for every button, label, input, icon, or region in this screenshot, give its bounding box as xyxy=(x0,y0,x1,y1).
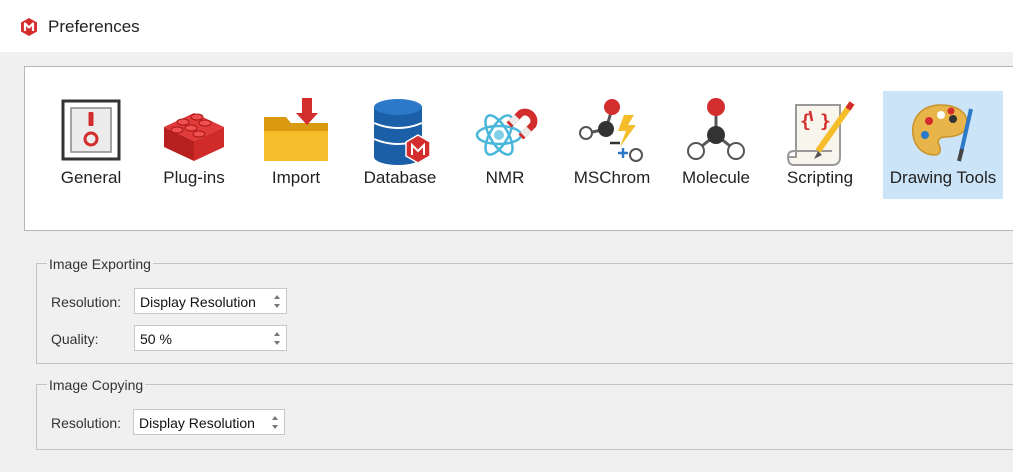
switch-icon xyxy=(61,99,121,161)
molecule-icon xyxy=(687,98,745,160)
toolbar-item-general[interactable]: General xyxy=(49,91,133,199)
toolbar-item-molecule[interactable]: Molecule xyxy=(673,91,759,199)
copy-resolution-label: Resolution: xyxy=(51,415,122,431)
export-resolution-spinbox[interactable]: Display Resolution xyxy=(134,288,287,314)
svg-text:}: } xyxy=(820,111,831,132)
spin-up-icon[interactable] xyxy=(274,295,280,299)
copy-resolution-value: Display Resolution xyxy=(139,415,255,431)
spin-down-icon[interactable] xyxy=(274,341,280,345)
toolbar-item-drawing-tools[interactable]: Drawing Tools xyxy=(883,91,1003,199)
database-icon xyxy=(373,99,431,165)
toolbar-item-import[interactable]: Import xyxy=(255,91,337,199)
export-resolution-value: Display Resolution xyxy=(140,294,256,310)
atom-magnet-icon xyxy=(475,108,538,156)
toolbar-item-label: MSChrom xyxy=(573,168,651,187)
app-logo-icon xyxy=(21,18,37,36)
script-scroll-icon: { } xyxy=(786,101,855,166)
spin-arrows-icon[interactable] xyxy=(270,412,281,432)
import-folder-icon xyxy=(264,98,328,161)
svg-text:{: { xyxy=(800,111,811,132)
spin-down-icon[interactable] xyxy=(274,304,280,308)
copy-resolution-spinbox[interactable]: Display Resolution xyxy=(133,409,285,435)
export-quality-spinbox[interactable]: 50 % xyxy=(134,325,287,351)
export-quality-value: 50 % xyxy=(140,331,172,347)
export-resolution-label: Resolution: xyxy=(51,294,122,310)
category-toolbar: General Plug-ins Import Database NMR MSC… xyxy=(24,66,1013,231)
palette-icon xyxy=(911,104,973,162)
toolbar-item-label: Scripting xyxy=(786,168,854,187)
toolbar-item-mschrom[interactable]: MSChrom xyxy=(565,91,659,199)
toolbar-item-label: Drawing Tools xyxy=(889,168,997,187)
lego-brick-icon xyxy=(164,113,224,161)
toolbar-item-database[interactable]: Database xyxy=(357,91,443,199)
toolbar-item-label: General xyxy=(60,168,122,187)
title-bar: Preferences xyxy=(0,0,1013,52)
spin-arrows-icon[interactable] xyxy=(272,328,283,348)
toolbar-item-label: Import xyxy=(271,168,321,187)
toolbar-item-label: Database xyxy=(363,168,437,187)
toolbar-item-label: Plug-ins xyxy=(163,168,225,187)
toolbar-item-label: Molecule xyxy=(681,168,751,187)
window-title: Preferences xyxy=(48,17,140,36)
image-exporting-title: Image Exporting xyxy=(47,256,153,272)
image-copying-title: Image Copying xyxy=(47,377,146,393)
spin-down-icon[interactable] xyxy=(272,425,278,429)
ms-molecule-icon xyxy=(579,99,643,162)
spin-arrows-icon[interactable] xyxy=(272,291,283,311)
toolbar-item-label: NMR xyxy=(485,168,525,187)
toolbar-item-plug-ins[interactable]: Plug-ins xyxy=(149,91,239,199)
spin-up-icon[interactable] xyxy=(274,332,280,336)
toolbar-item-nmr[interactable]: NMR xyxy=(467,91,543,199)
toolbar-item-scripting[interactable]: { } Scripting xyxy=(775,91,865,199)
spin-up-icon[interactable] xyxy=(272,416,278,420)
export-quality-label: Quality: xyxy=(51,331,99,347)
